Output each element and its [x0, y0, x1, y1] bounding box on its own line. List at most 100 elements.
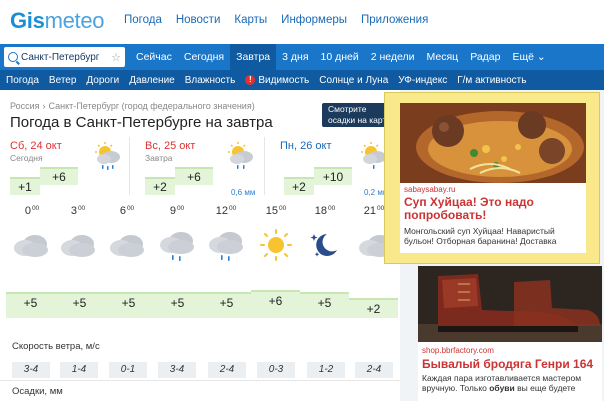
hour-value: 3 — [70, 205, 77, 217]
tab-more[interactable]: Ещё ⌄ — [507, 44, 552, 70]
subtab-wind[interactable]: Ветер — [43, 75, 81, 86]
tab-radar[interactable]: Радар — [464, 44, 506, 70]
tab-2-weeks[interactable]: 2 недели — [365, 44, 421, 70]
hour-minutes: 00 — [77, 205, 86, 212]
hour-temperature: +2 — [366, 302, 381, 316]
top-nav: Погода Новости Карты Информеры Приложени… — [124, 14, 442, 26]
tab-10-days[interactable]: 10 дней — [315, 44, 365, 70]
day-precipitation: 0,6 мм — [231, 188, 256, 197]
hour-temperature: +5 — [23, 296, 38, 310]
period-tabs: Сейчас Сегодня Завтра 3 дня 10 дней 2 не… — [130, 44, 552, 70]
wind-speed-value: 0-3 — [257, 362, 295, 378]
hour-temperature: +5 — [170, 296, 185, 310]
subtab-pressure[interactable]: Давление — [123, 75, 178, 86]
hour-temperature-bar: +5 — [6, 292, 55, 318]
hour-label: 1200 — [200, 205, 252, 217]
logo-part-2: meteo — [44, 8, 105, 33]
ad-text-part: вы еще будете — [514, 383, 576, 393]
tab-more-label: Ещё — [512, 51, 534, 63]
wind-speed-value: 2-4 — [208, 362, 246, 378]
nav-informers[interactable]: Информеры — [281, 14, 347, 26]
day-name: Пн, 26 окт — [280, 140, 332, 152]
wind-speed-value: 0-1 — [109, 362, 147, 378]
hour-temperature: +5 — [219, 296, 234, 310]
day-temp-max: +6 — [40, 167, 78, 185]
hour-minutes: 00 — [31, 205, 40, 212]
page-title: Погода в Санкт-Петербурге на завтра — [10, 114, 273, 131]
parameter-tabs: Погода Ветер Дороги Давление Влажность !… — [0, 70, 604, 90]
hour-minutes: 00 — [279, 205, 287, 212]
day-name: Сб, 24 окт — [10, 140, 62, 152]
hour-value: 6 — [119, 205, 126, 217]
day-subtitle: Сегодня — [10, 153, 43, 163]
hour-label: 900 — [151, 205, 203, 217]
ad-title[interactable]: Бывалый бродяга Генри 164 — [422, 357, 593, 371]
cloud-icon — [110, 235, 144, 257]
hour-minutes: 00 — [229, 205, 237, 212]
ad-soup[interactable]: sabaysabay.ru Суп Хуйцаа! Это надо попро… — [400, 103, 586, 253]
ad-text: Каждая пара изготавливается мастером вру… — [422, 373, 600, 393]
nav-apps[interactable]: Приложения — [361, 14, 428, 26]
hour-temperature: +5 — [317, 296, 332, 310]
hours-row: 000 300 600 900 1200 1500 1800 2100 — [0, 205, 400, 225]
day-tab-3[interactable]: Пн, 26 окт 0,2 мм +2 +10 — [270, 137, 400, 197]
tab-tomorrow[interactable]: Завтра — [230, 44, 277, 70]
hour-temperature-bar: +5 — [153, 292, 202, 318]
cloud-sun-rain-icon — [228, 142, 253, 169]
hour-temperature-bar: +2 — [349, 298, 398, 318]
day-subtitle: Завтра — [145, 153, 173, 163]
day-tab-2[interactable]: Вс, 25 окт Завтра 0,6 мм +2 +6 — [135, 137, 265, 197]
hour-minutes: 00 — [176, 205, 185, 212]
sun-icon — [260, 229, 292, 261]
breadcrumb-country[interactable]: Россия — [10, 101, 40, 111]
ad-domain[interactable]: shop.bbrfactory.com — [422, 346, 494, 355]
wind-speed-label: Скорость ветра, м/с — [12, 341, 100, 352]
day-temp-min: +1 — [10, 177, 40, 195]
warning-icon: ! — [245, 75, 256, 85]
subtab-roads[interactable]: Дороги — [80, 75, 123, 86]
tab-3-days[interactable]: 3 дня — [276, 44, 314, 70]
hour-label: 1800 — [299, 205, 351, 217]
tab-month[interactable]: Месяц — [421, 44, 465, 70]
breadcrumb-separator: › — [42, 101, 46, 111]
hour-value: 15 — [265, 205, 278, 217]
nav-news[interactable]: Новости — [176, 14, 221, 26]
hour-minutes: 00 — [328, 205, 336, 212]
cloud-rain-icon — [209, 232, 243, 261]
subtab-sun-moon[interactable]: Солнце и Луна — [313, 75, 392, 86]
ad-text: Монгольский суп Хуйцаа! Наваристый бульо… — [404, 226, 557, 246]
tab-now[interactable]: Сейчас — [130, 44, 178, 70]
hour-minutes: 00 — [126, 205, 135, 212]
subtab-geomagnetic[interactable]: Г/м активность — [451, 75, 530, 86]
hour-value: 18 — [314, 205, 327, 217]
chevron-down-icon: ⌄ — [536, 51, 546, 63]
ad-title[interactable]: Суп Хуйцаа! Это надо попробовать! — [404, 196, 584, 222]
day-temp-min: +2 — [145, 177, 175, 195]
subtab-uv-index[interactable]: УФ-индекс — [392, 75, 451, 86]
city-search[interactable]: Санкт-Петербург ☆ — [4, 47, 125, 67]
breadcrumb-city[interactable]: Санкт-Петербург (город федерального знач… — [49, 101, 255, 111]
favorite-star-icon[interactable]: ☆ — [111, 51, 121, 64]
hour-value: 0 — [24, 205, 31, 217]
subtab-weather[interactable]: Погода — [0, 75, 43, 86]
nav-weather[interactable]: Погода — [124, 14, 162, 26]
nav-maps[interactable]: Карты — [234, 14, 267, 26]
search-icon — [8, 52, 18, 62]
subtab-visibility-label: Видимость — [258, 74, 310, 86]
day-name: Вс, 25 окт — [145, 140, 196, 152]
logo-part-1: Gis — [10, 8, 45, 33]
wind-speed-value: 3-4 — [158, 362, 196, 378]
search-city-value[interactable]: Санкт-Петербург — [21, 52, 111, 63]
hour-temperature-bar: +5 — [300, 292, 349, 318]
day-tab-1[interactable]: Сб, 24 окт Сегодня +1 +6 — [0, 137, 130, 195]
subtab-humidity[interactable]: Влажность — [179, 75, 240, 86]
ad-domain[interactable]: sabaysabay.ru — [404, 185, 455, 194]
gismeteo-logo[interactable]: Gismeteo — [10, 8, 105, 34]
tab-today[interactable]: Сегодня — [178, 44, 230, 70]
subtab-visibility[interactable]: ! Видимость — [239, 75, 313, 86]
cloud-rain-icon — [160, 232, 194, 261]
hour-label: 000 — [6, 205, 58, 217]
period-bar: Санкт-Петербург ☆ Сейчас Сегодня Завтра … — [0, 44, 604, 70]
ad-boots[interactable]: shop.bbrfactory.com Бывалый бродяга Генр… — [418, 266, 602, 401]
hour-temperature: +6 — [268, 294, 283, 308]
